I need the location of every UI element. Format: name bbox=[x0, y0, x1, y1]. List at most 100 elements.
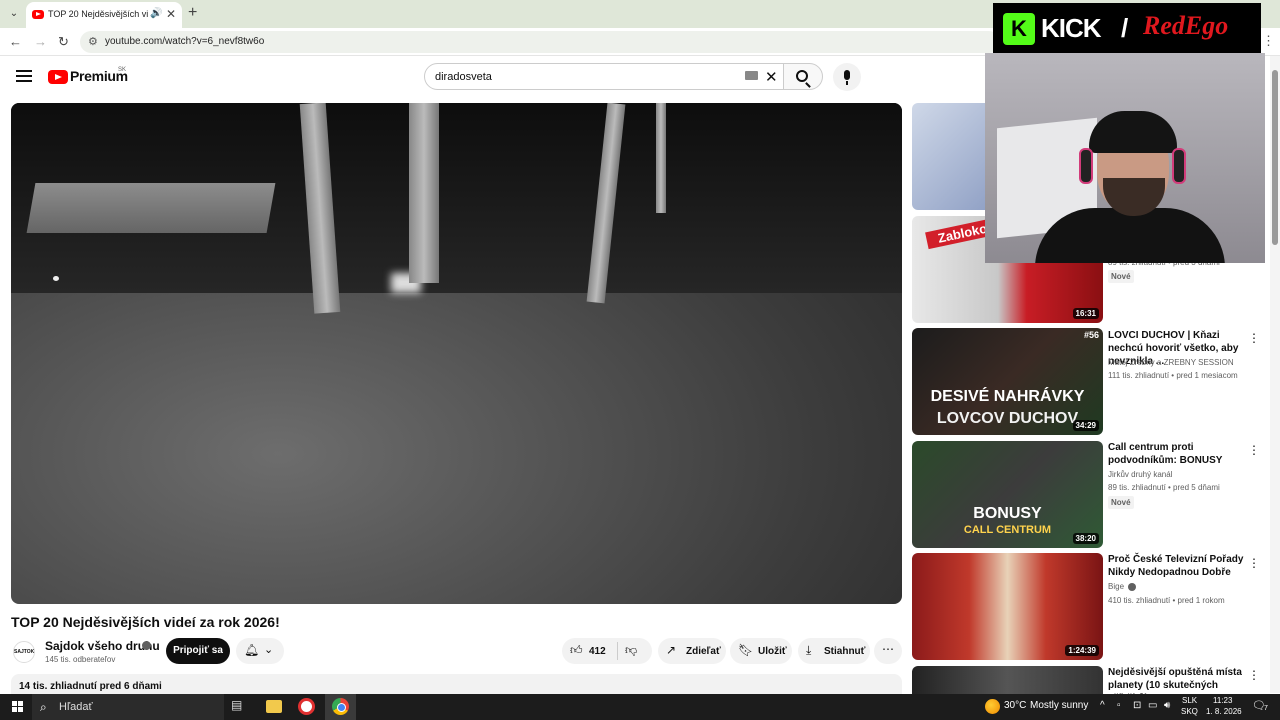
language-top[interactable]: SLK bbox=[1182, 696, 1197, 705]
clear-search-icon[interactable]: ✕ bbox=[765, 68, 778, 86]
task-view-icon[interactable]: ▤ bbox=[231, 698, 249, 716]
brand-slash: / bbox=[1121, 13, 1128, 43]
browser-menu-icon[interactable]: ⋮ bbox=[1262, 33, 1275, 49]
volume-icon[interactable]: 🔊︎ bbox=[1164, 700, 1170, 711]
more-icon[interactable]: ⋮ bbox=[1248, 668, 1260, 682]
like-count[interactable]: 412 bbox=[589, 646, 606, 657]
recommended-thumbnail[interactable] bbox=[912, 666, 1103, 694]
notification-bell-button[interactable]: 🔔︎ ⌄ bbox=[236, 638, 284, 664]
description-box[interactable]: 14 tis. zhliadnutí pred 6 dňami bbox=[11, 674, 902, 694]
more-icon[interactable]: ⋮ bbox=[1248, 443, 1260, 457]
tab-title: TOP 20 Nejděsivějších videí za rok 2026! bbox=[48, 9, 148, 19]
webcam-person-cap bbox=[1089, 111, 1177, 153]
episode-tag: #56 bbox=[1084, 330, 1100, 340]
video-frame-glint bbox=[53, 276, 59, 281]
share-label: Zdieľať bbox=[686, 646, 721, 657]
video-frame-bench bbox=[26, 183, 276, 233]
menu-icon[interactable] bbox=[16, 70, 32, 82]
more-icon: ⋯ bbox=[882, 642, 894, 656]
duration-badge: 1:24:39 bbox=[1065, 645, 1099, 656]
app-icon[interactable] bbox=[298, 698, 315, 715]
view-meta: 14 tis. zhliadnutí pred 6 dňami bbox=[19, 681, 162, 692]
video-title: TOP 20 Nejděsivějších videí za rok 2026! bbox=[11, 614, 280, 630]
download-icon: ⤓ bbox=[806, 643, 812, 657]
channel-avatar[interactable]: SAJTOK bbox=[13, 641, 35, 663]
temperature[interactable]: 30°C bbox=[1004, 700, 1026, 711]
chrome-icon[interactable] bbox=[332, 698, 349, 715]
search-input[interactable]: diradosveta ✕ bbox=[424, 63, 784, 90]
more-icon[interactable]: ⋮ bbox=[1248, 331, 1260, 345]
recommended-channel[interactable]: Matej Zrebny a ZREBNY SESSION bbox=[1108, 358, 1234, 367]
search-icon: ⌕ bbox=[40, 700, 47, 714]
recommended-thumbnail[interactable]: #56 DESIVÉ NAHRÁVKY LOVCOV DUCHOV 34:29 bbox=[912, 328, 1103, 435]
keyboard-icon[interactable] bbox=[745, 71, 758, 80]
duration-badge: 16:31 bbox=[1072, 308, 1099, 319]
taskbar-search-label: Hľadať bbox=[59, 701, 93, 713]
bookmark-icon: 🔖︎ bbox=[738, 643, 754, 657]
thumbnail-text: BONUSY bbox=[973, 505, 1042, 522]
recommended-thumbnail[interactable]: BONUSY CALL CENTRUM 38:20 bbox=[912, 441, 1103, 548]
bell-icon: 🔔︎ bbox=[244, 643, 260, 657]
search-query: diradosveta bbox=[435, 71, 492, 83]
like-dislike-group: 👍︎ 412 👎︎ bbox=[562, 638, 652, 664]
new-badge: Nové bbox=[1108, 496, 1134, 509]
youtube-favicon-icon bbox=[32, 10, 44, 19]
more-actions-button[interactable]: ⋯ bbox=[874, 638, 902, 664]
language-bottom[interactable]: SKQ bbox=[1181, 707, 1198, 716]
verified-icon bbox=[1128, 583, 1136, 591]
tray-icon[interactable]: ▫ bbox=[1117, 700, 1121, 711]
recommended-thumbnail[interactable]: 1:24:39 bbox=[912, 553, 1103, 660]
windows-start-icon[interactable] bbox=[12, 701, 24, 713]
save-label: Uložiť bbox=[758, 646, 787, 657]
tab-search-dropdown[interactable]: ⌄ bbox=[6, 6, 22, 22]
duration-badge: 34:29 bbox=[1072, 420, 1099, 431]
scrollbar-thumb[interactable] bbox=[1272, 70, 1278, 245]
voice-search-icon[interactable] bbox=[833, 63, 861, 91]
youtube-logo-icon[interactable] bbox=[48, 70, 68, 84]
close-tab-icon[interactable]: ✕ bbox=[166, 7, 176, 21]
video-player[interactable] bbox=[11, 103, 902, 604]
site-info-icon[interactable]: ⚙ bbox=[88, 35, 98, 48]
more-icon[interactable]: ⋮ bbox=[1248, 556, 1260, 570]
taskbar-search[interactable]: ⌕ Hľadať bbox=[32, 694, 224, 720]
clock-date[interactable]: 1. 8. 2026 bbox=[1206, 707, 1242, 716]
recommended-title[interactable]: Call centrum proti podvodníkům: BONUSY bbox=[1108, 441, 1246, 467]
back-icon[interactable]: ← bbox=[9, 34, 22, 49]
weather-icon[interactable] bbox=[985, 699, 1000, 714]
clock-time[interactable]: 11:23 bbox=[1213, 696, 1232, 705]
recommended-channel[interactable]: Bige bbox=[1108, 582, 1124, 591]
share-icon: ↗ bbox=[666, 643, 677, 657]
kick-wordmark: KICK bbox=[1041, 13, 1102, 43]
share-button[interactable]: ↗ Zdieľať bbox=[658, 638, 726, 664]
kick-logo-icon: K bbox=[1003, 13, 1035, 45]
save-button[interactable]: 🔖︎ Uložiť bbox=[730, 638, 792, 664]
download-label: Stiahnuť bbox=[824, 646, 866, 657]
weather-text[interactable]: Mostly sunny bbox=[1030, 700, 1088, 711]
display-icon[interactable]: ▭ bbox=[1148, 700, 1157, 711]
join-button[interactable]: Pripojiť sa bbox=[166, 638, 230, 664]
region-code: SK bbox=[118, 67, 127, 73]
like-icon[interactable]: 👍︎ bbox=[570, 643, 583, 658]
url-field[interactable]: ⚙ youtube.com/watch?v=6_nevf8tw6o bbox=[80, 31, 1000, 53]
reload-icon[interactable]: ↻ bbox=[58, 34, 69, 50]
duration-badge: 38:20 bbox=[1072, 533, 1099, 544]
notification-count: 7 bbox=[1264, 705, 1268, 712]
file-explorer-icon[interactable] bbox=[266, 700, 282, 713]
chevron-up-icon[interactable]: ^ bbox=[1100, 700, 1105, 711]
search-button[interactable] bbox=[783, 63, 823, 90]
taskbar: ⌕ Hľadať ▤ 30°C Mostly sunny ^ ▫ ⊡ ▭ 🔊︎ … bbox=[0, 694, 1280, 720]
new-tab-icon[interactable]: + bbox=[188, 4, 197, 22]
page-scrollbar[interactable] bbox=[1270, 56, 1280, 693]
browser-tab[interactable]: TOP 20 Nejděsivějších videí za rok 2026!… bbox=[26, 2, 182, 28]
redego-wordmark: RedEgo bbox=[1143, 11, 1229, 40]
recommended-channel[interactable]: Jirkův druhý kanál bbox=[1108, 470, 1172, 479]
webcam-overlay bbox=[985, 53, 1265, 263]
recommended-title[interactable]: Proč České Televizní Pořady Nikdy Nedopa… bbox=[1108, 553, 1246, 579]
speaker-icon[interactable]: 🔊 bbox=[150, 8, 162, 19]
new-badge: Nové bbox=[1108, 270, 1134, 283]
forward-icon[interactable]: → bbox=[34, 34, 47, 49]
download-button[interactable]: ⤓ Stiahnuť bbox=[798, 638, 870, 664]
dislike-icon[interactable]: 👎︎ bbox=[625, 643, 637, 658]
stream-brand-overlay: K KICK / RedEgo bbox=[993, 3, 1261, 53]
network-icon[interactable]: ⊡ bbox=[1133, 700, 1141, 711]
